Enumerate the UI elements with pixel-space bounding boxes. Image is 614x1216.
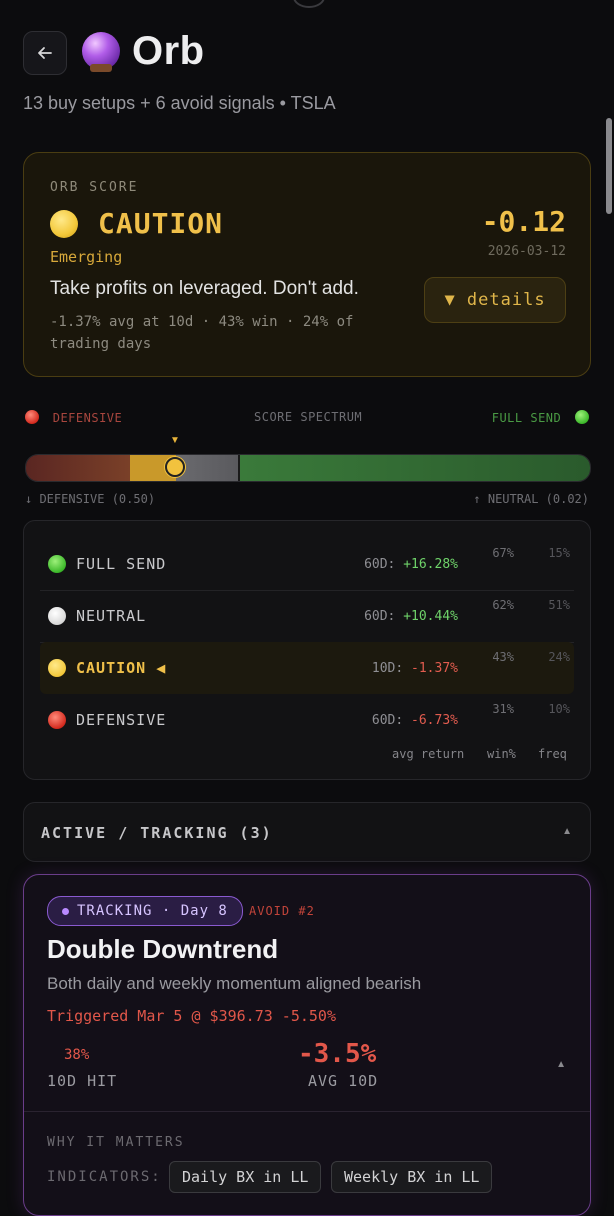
crystal-ball-base [90, 64, 112, 72]
spectrum-neutral-zone [176, 455, 238, 481]
hit-rate-value: 38% [64, 1047, 90, 1063]
collapse-caret-icon[interactable]: ▲ [556, 1059, 566, 1070]
score-spectrum-bar [25, 454, 591, 482]
score-advice: Take profits on leveraged. Don't add. [50, 278, 359, 299]
score-label: ORB SCORE [50, 180, 139, 195]
regime-freq: 15% [548, 546, 570, 560]
spectrum-foot-left: ↓ DEFENSIVE (0.50) [25, 492, 156, 506]
spectrum-foot-right: ↑ NEUTRAL (0.02) [473, 492, 589, 506]
yellow-circle-icon [50, 210, 78, 238]
indicator-chip[interactable]: Weekly BX in LL [331, 1161, 493, 1193]
active-tracking-toggle[interactable]: ACTIVE / TRACKING (3) ▲ [23, 802, 591, 862]
yellow-circle-icon [48, 659, 66, 677]
orb-score-card: ORB SCORE CAUTION Emerging -0.12 2026-03… [23, 152, 591, 377]
column-header-freq: freq [538, 747, 567, 761]
page-subtitle: 13 buy setups + 6 avoid signals • TSLA [23, 93, 336, 113]
column-header-win: win% [487, 747, 516, 761]
score-stats: -1.37% avg at 10d · 43% win · 24% of tra… [50, 314, 354, 352]
page-title: Orb [132, 29, 205, 73]
spectrum-fullsend-label: FULL SEND [492, 410, 589, 425]
score-phase: Emerging [50, 248, 123, 266]
green-circle-icon [575, 410, 589, 424]
table-row-current: CAUTION ◀ 10D: -1.37% 43% 24% [40, 642, 574, 694]
green-circle-icon [48, 555, 66, 573]
spectrum-title: SCORE SPECTRUM [254, 410, 363, 424]
regime-return: 60D: +10.44% [364, 609, 458, 624]
regime-return: 60D: -6.73% [371, 713, 458, 728]
indicator-chip[interactable]: Daily BX in LL [169, 1161, 322, 1193]
regime-name: NEUTRAL [76, 607, 147, 625]
regime-return: 10D: -1.37% [371, 661, 458, 676]
why-it-matters-label: WHY IT MATTERS [47, 1135, 185, 1150]
setup-description: Both daily and weekly momentum aligned b… [47, 974, 422, 993]
scrollbar-thumb[interactable] [606, 118, 612, 214]
avoid-tag: AVOID #2 [249, 904, 315, 918]
red-circle-icon [25, 410, 39, 424]
divider [24, 1111, 590, 1112]
score-status: CAUTION [98, 207, 224, 240]
red-circle-icon [48, 711, 66, 729]
active-tracking-title: ACTIVE / TRACKING (3) [41, 824, 273, 842]
details-button[interactable]: ▼ details [424, 277, 566, 323]
regime-name: DEFENSIVE [76, 711, 167, 729]
regime-win: 31% [492, 702, 514, 716]
score-value: -0.12 [481, 205, 566, 238]
column-header-avg-return: avg return [392, 747, 465, 761]
setup-name: Double Downtrend [47, 934, 279, 964]
status-dot-icon [62, 907, 69, 915]
spectrum-fullsend-zone [238, 455, 590, 481]
regime-return: 60D: +16.28% [364, 557, 458, 572]
setup-trigger: Triggered Mar 5 @ $396.73 -5.50% [47, 1007, 336, 1025]
score-date: 2026-03-12 [487, 244, 566, 259]
spectrum-defensive-zone [26, 455, 130, 481]
regime-table: FULL SEND 60D: +16.28% 67% 15% NEUTRAL 6… [23, 520, 591, 780]
spectrum-defensive-label: DEFENSIVE [25, 410, 122, 425]
regime-freq: 10% [548, 702, 570, 716]
regime-freq: 51% [548, 598, 570, 612]
regime-name: FULL SEND [76, 555, 167, 573]
back-arrow-icon [38, 47, 52, 59]
back-button[interactable] [23, 31, 67, 75]
avg-return-value: -3.5% [298, 1039, 377, 1069]
indicators-label: INDICATORS: [47, 1169, 162, 1185]
regime-win: 67% [492, 546, 514, 560]
spectrum-current-marker [165, 457, 185, 477]
white-circle-icon [48, 607, 66, 625]
spectrum-marker-arrow: ▼ [170, 435, 180, 446]
avg-return-label: AVG 10D [308, 1072, 379, 1090]
tracking-status-pill: TRACKING · Day 8 [47, 896, 243, 926]
tracking-setup-card: TRACKING · Day 8 AVOID #2 Double Downtre… [23, 874, 591, 1216]
table-row: DEFENSIVE 60D: -6.73% 31% 10% [40, 694, 574, 746]
hit-rate-label: 10D HIT [47, 1072, 118, 1090]
table-row: NEUTRAL 60D: +10.44% 62% 51% [40, 590, 574, 643]
collapse-caret-icon: ▲ [562, 826, 572, 837]
regime-win: 43% [492, 650, 514, 664]
top-notch [293, 0, 325, 8]
table-row: FULL SEND 60D: +16.28% 67% 15% [40, 538, 574, 591]
regime-freq: 24% [548, 650, 570, 664]
regime-name: CAUTION ◀ [76, 659, 167, 677]
regime-win: 62% [492, 598, 514, 612]
